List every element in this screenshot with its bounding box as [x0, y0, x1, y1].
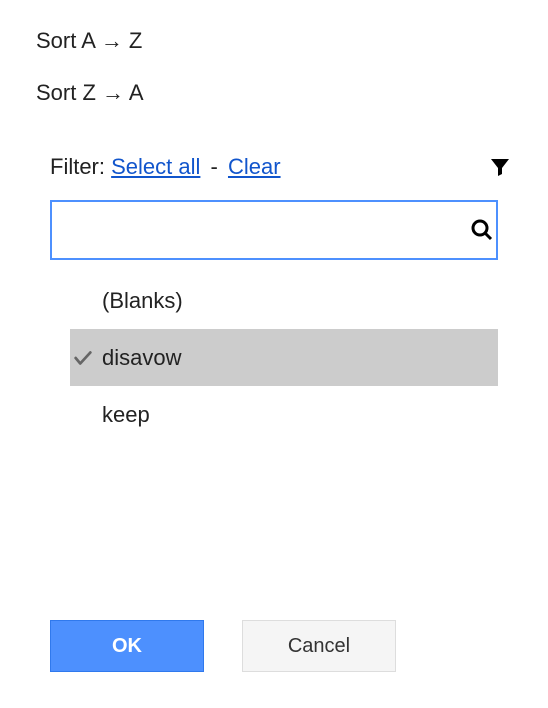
cancel-button[interactable]: Cancel	[242, 620, 396, 672]
filter-item-label: keep	[102, 402, 150, 428]
filter-list: (Blanks) disavow keep	[70, 272, 498, 443]
button-row: OK Cancel	[50, 620, 396, 672]
filter-item-keep[interactable]: keep	[70, 386, 498, 443]
ok-button[interactable]: OK	[50, 620, 204, 672]
filter-item-disavow[interactable]: disavow	[70, 329, 498, 386]
filter-label-group: Filter: Select all - Clear	[50, 154, 281, 180]
filter-icon[interactable]	[488, 155, 512, 179]
filter-item-blanks[interactable]: (Blanks)	[70, 272, 498, 329]
filter-header-row: Filter: Select all - Clear	[50, 154, 512, 180]
sort-a-z[interactable]: Sort A → Z	[36, 28, 512, 54]
check-icon	[72, 347, 94, 369]
select-all-link[interactable]: Select all	[111, 154, 200, 179]
filter-section: Filter: Select all - Clear (Blanks) disa…	[36, 154, 512, 443]
filter-search-input[interactable]	[50, 200, 498, 260]
sort-z-a[interactable]: Sort Z → A	[36, 80, 512, 106]
filter-item-label: disavow	[102, 345, 181, 371]
filter-label: Filter:	[50, 154, 105, 179]
filter-separator: -	[211, 154, 218, 179]
clear-link[interactable]: Clear	[228, 154, 281, 179]
filter-item-label: (Blanks)	[102, 288, 183, 314]
search-wrapper	[50, 200, 512, 260]
